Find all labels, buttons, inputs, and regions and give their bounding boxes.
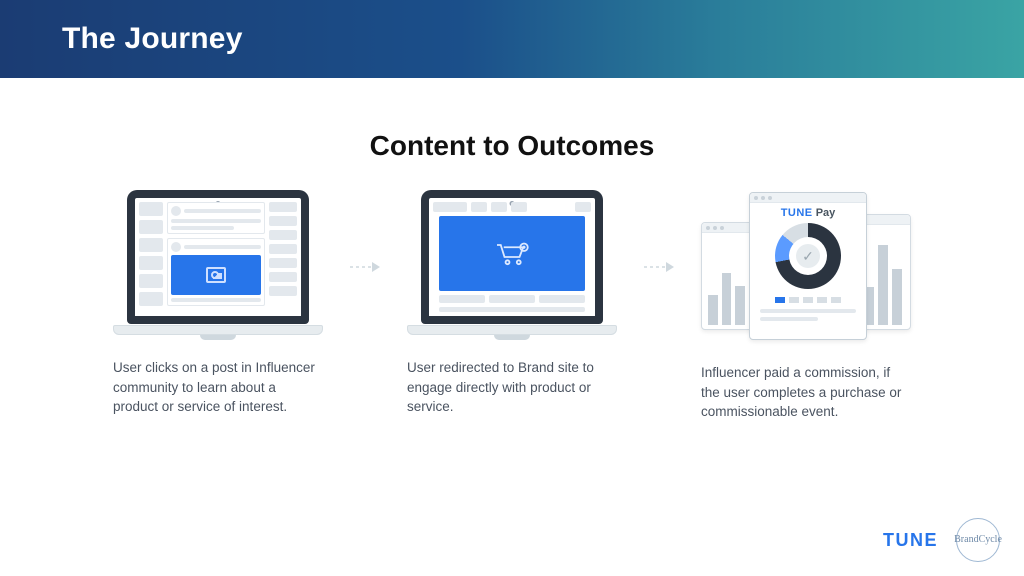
legend-swatch (817, 297, 827, 303)
text-placeholder (760, 317, 818, 321)
sidebar-placeholder (139, 292, 163, 306)
nav-placeholder (471, 202, 487, 212)
laptop-lid (421, 190, 603, 324)
content-placeholder (439, 295, 485, 303)
slide-header: The Journey (0, 0, 1024, 78)
sidebar-placeholder (139, 220, 163, 234)
section-subtitle: Content to Outcomes (0, 130, 1024, 162)
brandcycle-logo: BrandCycle (956, 518, 1000, 562)
sidebar-placeholder (139, 256, 163, 270)
arrow-right-icon (637, 260, 681, 274)
text-placeholder (171, 226, 234, 230)
widget-placeholder (269, 230, 297, 240)
sidebar-placeholder (139, 202, 163, 216)
sidebar-placeholder (139, 274, 163, 288)
text-placeholder (760, 309, 856, 313)
step-caption: Influencer paid a commission, if the use… (701, 363, 911, 422)
content-placeholder (489, 295, 535, 303)
laptop-base (407, 325, 617, 340)
cart-icon (494, 240, 530, 268)
laptop-illustration (407, 190, 617, 340)
dashboard-brand-suffix: Pay (813, 207, 836, 219)
widget-placeholder (269, 258, 297, 268)
step-caption: User clicks on a post in Influencer comm… (113, 358, 323, 417)
widget-placeholder (269, 244, 297, 254)
nav-placeholder (433, 202, 467, 212)
nav-placeholder (511, 202, 527, 212)
slide: The Journey Content to Outcomes (0, 0, 1024, 576)
nav-placeholder (575, 202, 591, 212)
avatar-icon (171, 242, 181, 252)
arrow-right-icon (343, 260, 387, 274)
widget-placeholder (269, 286, 297, 296)
text-placeholder (171, 298, 261, 302)
checkmark-icon: ✓ (775, 223, 841, 289)
donut-chart-icon: ✓ (775, 223, 841, 289)
journey-steps: User clicks on a post in Influencer comm… (0, 190, 1024, 422)
text-placeholder (184, 245, 261, 249)
footer-logos: TUNE BrandCycle (883, 518, 1000, 562)
legend-swatch (789, 297, 799, 303)
widget-placeholder (269, 272, 297, 282)
product-hero (439, 216, 585, 291)
dashboard-illustration: TUNE Pay ✓ (701, 190, 911, 345)
legend-swatch (775, 297, 785, 303)
post-image (171, 255, 261, 295)
widget-placeholder (269, 202, 297, 212)
tune-wordmark: TUNE (781, 207, 813, 219)
image-icon (206, 267, 226, 283)
laptop-lid (127, 190, 309, 324)
dashboard-brand: TUNE Pay (750, 203, 866, 221)
step-2: User redirected to Brand site to engage … (387, 190, 637, 417)
brandcycle-logo-text: BrandCycle (954, 535, 1002, 545)
text-placeholder (184, 209, 261, 213)
feed-post-hero (167, 238, 265, 306)
laptop-base (113, 325, 323, 340)
tune-logo: TUNE (883, 530, 938, 551)
content-placeholder (539, 295, 585, 303)
step-1: User clicks on a post in Influencer comm… (93, 190, 343, 417)
feed-post (167, 202, 265, 234)
step-caption: User redirected to Brand site to engage … (407, 358, 617, 417)
sidebar-placeholder (139, 238, 163, 252)
widget-placeholder (269, 216, 297, 226)
content-placeholder (439, 307, 585, 312)
avatar-icon (171, 206, 181, 216)
legend-swatch (803, 297, 813, 303)
legend-swatch (831, 297, 841, 303)
nav-placeholder (491, 202, 507, 212)
screen-social-feed (135, 198, 301, 316)
text-placeholder (171, 219, 261, 223)
screen-brand-site (429, 198, 595, 316)
window-tune-pay: TUNE Pay ✓ (749, 192, 867, 340)
step-3: TUNE Pay ✓ (681, 190, 931, 422)
page-title: The Journey (62, 22, 243, 56)
laptop-illustration (113, 190, 323, 340)
